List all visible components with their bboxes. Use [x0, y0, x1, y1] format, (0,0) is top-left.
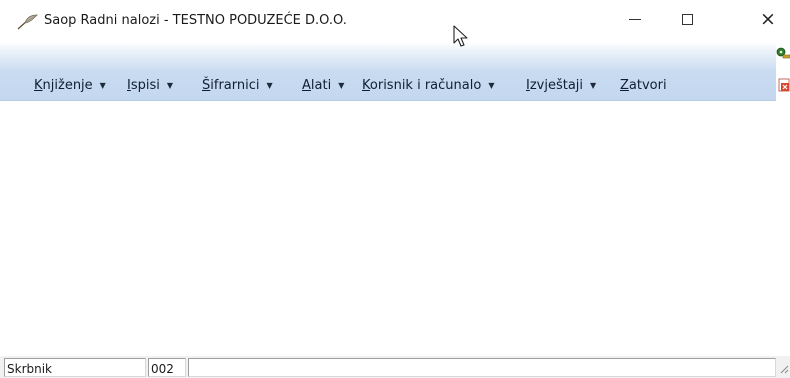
menu-item-sifrarnici[interactable]: Šifrarnici ▼	[202, 78, 273, 93]
menu-item-izvjestaji[interactable]: Izvještaji ▼	[526, 78, 596, 93]
menu-item-label: Šifrarnici	[202, 78, 260, 93]
menu-item-ispisi[interactable]: Ispisi ▼	[127, 78, 173, 93]
menu-item-alati[interactable]: Alati ▼	[302, 78, 344, 93]
menu-item-label: Ispisi	[127, 78, 160, 93]
menu-item-korisnik-i-racunalo[interactable]: Korisnik i računalo ▼	[362, 78, 494, 93]
maximize-button[interactable]	[664, 0, 710, 38]
dropdown-arrow-icon: ▼	[266, 81, 273, 90]
close-document-icon[interactable]	[778, 78, 790, 92]
menu-item-label: Korisnik i računalo	[362, 78, 482, 93]
menu-item-label: Izvještaji	[526, 78, 584, 93]
dropdown-arrow-icon: ▼	[590, 81, 597, 90]
menu-item-label: Alati	[302, 78, 332, 93]
menu-item-label: Zatvori	[620, 78, 667, 93]
mouse-cursor-icon	[453, 25, 468, 47]
status-message-field	[188, 358, 776, 377]
title-bar[interactable]: Saop Radni nalozi - TESTNO PODUZEĆE D.O.…	[0, 0, 790, 42]
resize-grip-icon[interactable]	[777, 362, 789, 374]
dropdown-arrow-icon: ▼	[166, 81, 174, 90]
status-code-field: 002	[148, 358, 186, 377]
key-icon[interactable]	[776, 46, 790, 62]
minimize-button[interactable]	[612, 0, 658, 38]
status-bar: Skrbnik 002	[0, 356, 790, 378]
feather-pen-icon	[17, 14, 38, 30]
dropdown-arrow-icon: ▼	[338, 81, 345, 90]
close-icon: ×	[760, 7, 776, 30]
status-user-field: Skrbnik	[4, 358, 146, 377]
main-workspace	[0, 101, 790, 356]
menu-item-zatvori[interactable]: Zatvori	[620, 78, 667, 93]
minimize-icon	[629, 18, 641, 20]
dropdown-arrow-icon: ▼	[488, 81, 495, 90]
dropdown-arrow-icon: ▼	[99, 81, 106, 90]
maximize-icon	[681, 13, 693, 25]
window-title: Saop Radni nalozi - TESTNO PODUZEĆE D.O.…	[44, 13, 347, 28]
menu-item-label: Knjiženje	[34, 78, 93, 93]
close-button[interactable]: ×	[745, 0, 790, 38]
menu-item-knjizenje[interactable]: Knjiženje ▼	[34, 78, 106, 93]
